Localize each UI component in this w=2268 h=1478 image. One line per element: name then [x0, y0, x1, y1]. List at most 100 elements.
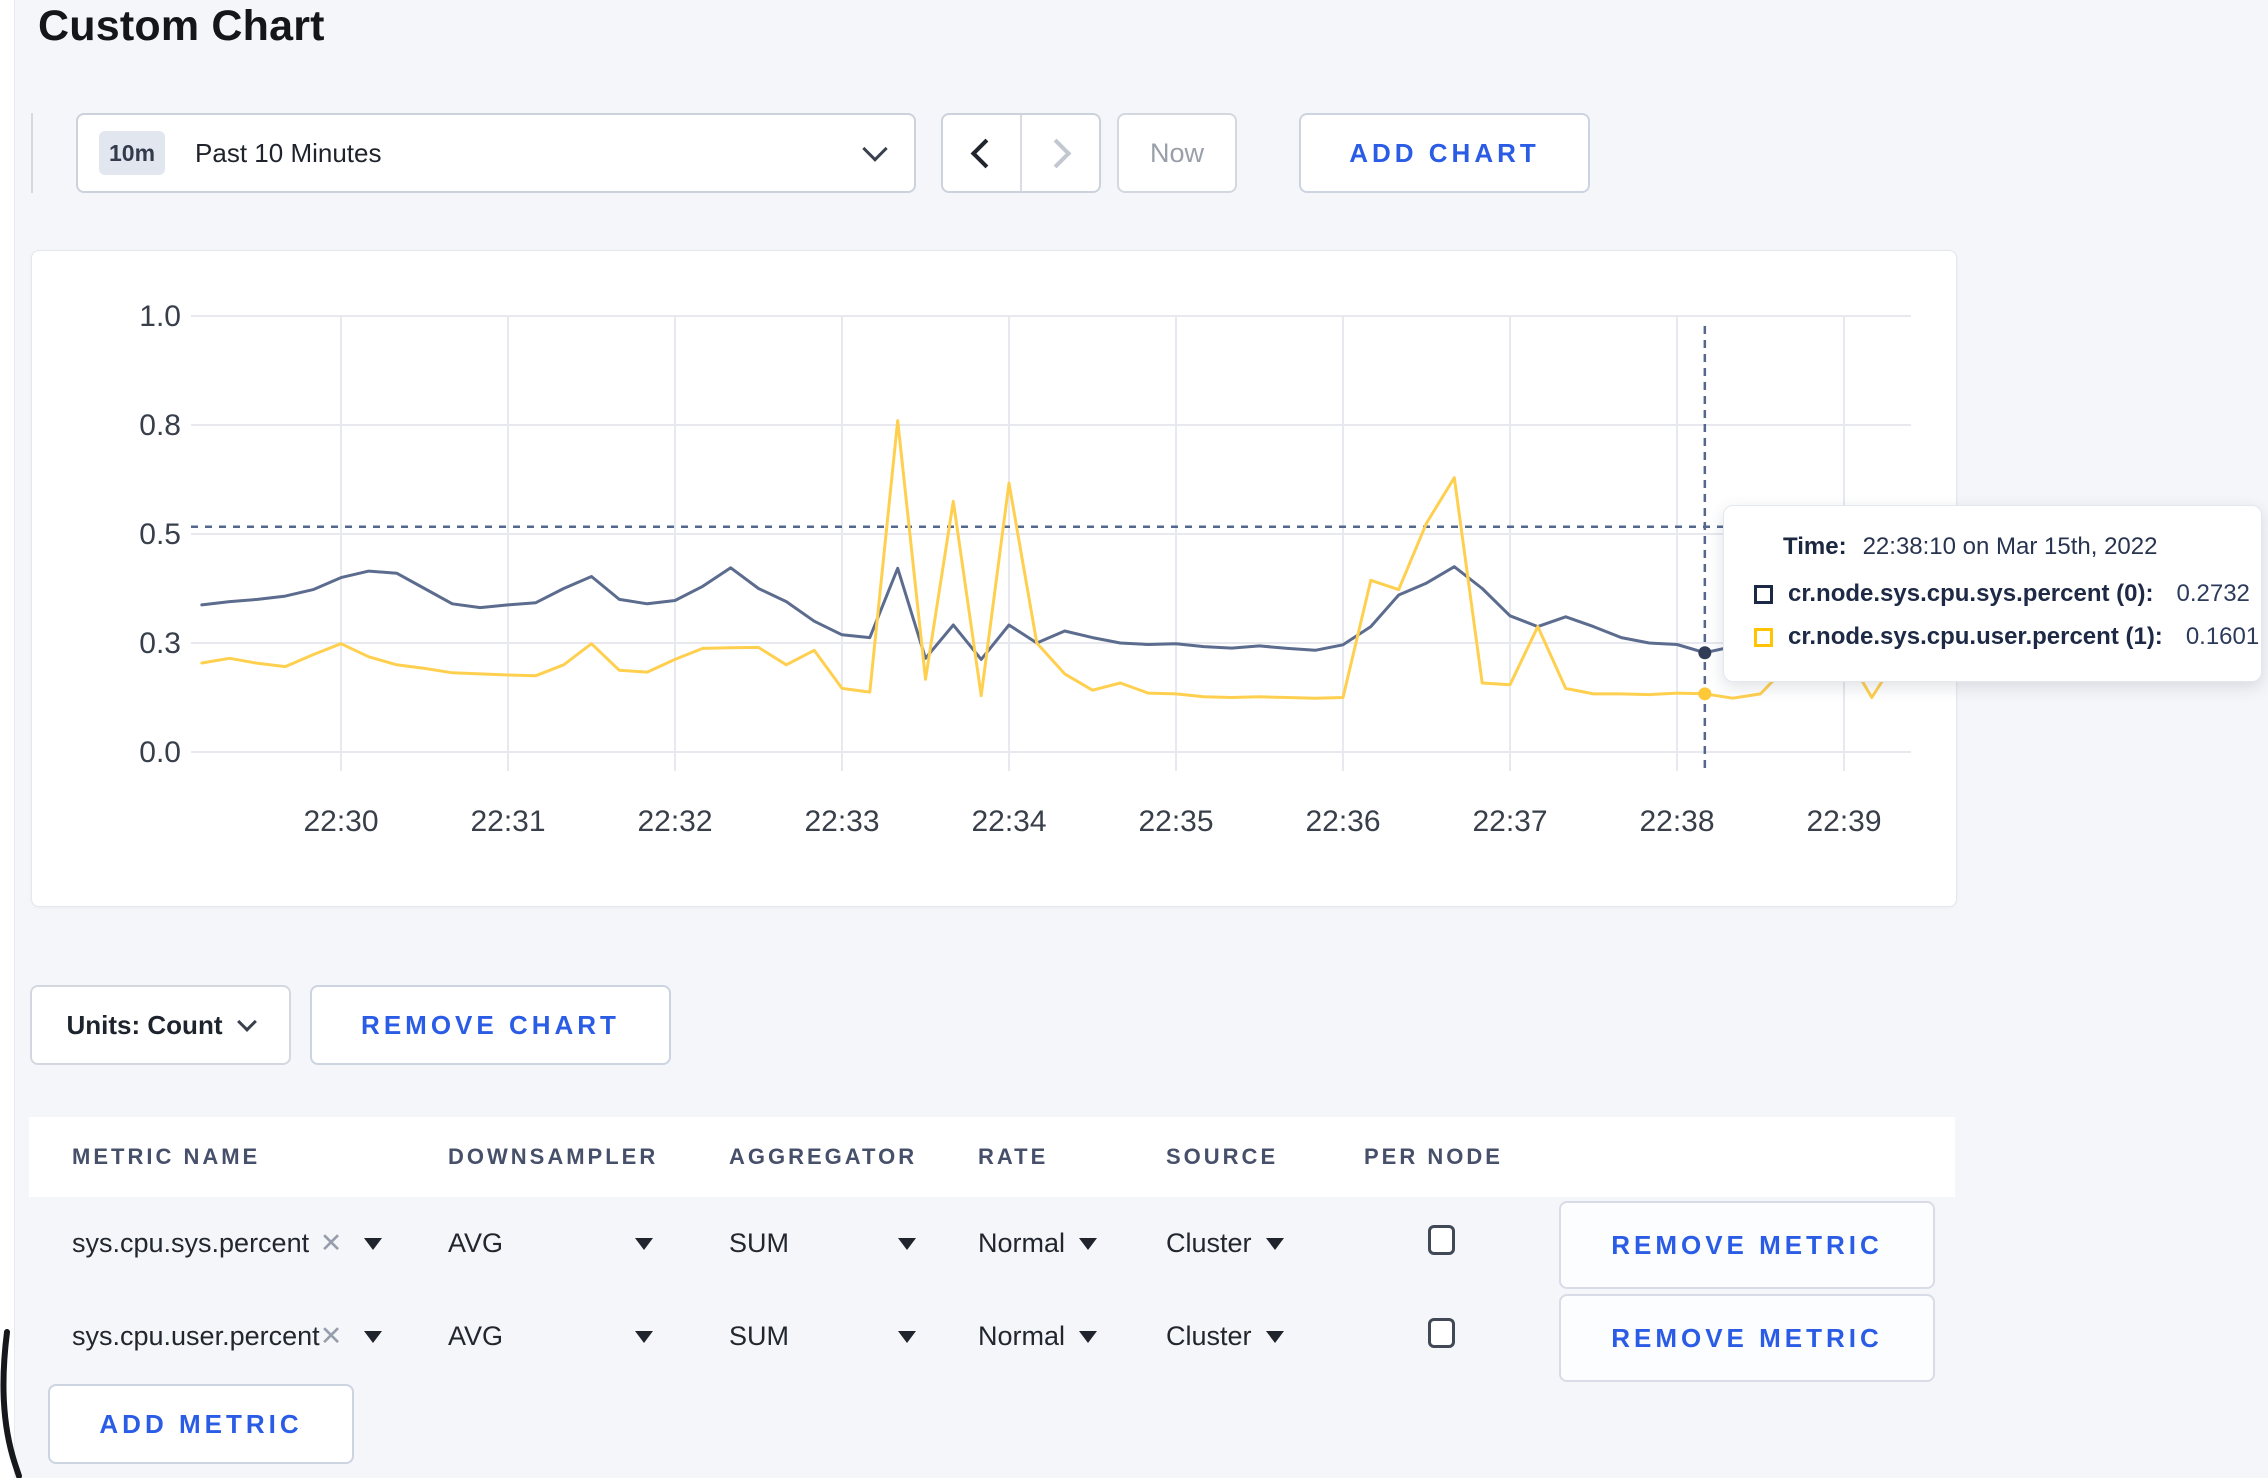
actions-cell: REMOVE METRIC — [1559, 1291, 1955, 1382]
time-forward-button[interactable] — [1022, 115, 1099, 191]
svg-text:22:33: 22:33 — [804, 805, 879, 838]
metrics-table-header: METRIC NAME DOWNSAMPLER AGGREGATOR RATE … — [29, 1117, 1955, 1197]
toolbar-divider — [31, 113, 33, 193]
chart-tooltip: Time: 22:38:10 on Mar 15th, 2022 cr.node… — [1723, 505, 2262, 682]
time-back-button[interactable] — [943, 115, 1022, 191]
clear-metric-icon[interactable]: ✕ — [316, 1228, 346, 1259]
tooltip-series-value: 0.2732 — [2176, 580, 2250, 607]
metric-name-value: sys.cpu.sys.percent — [72, 1228, 310, 1258]
metric-name-value: sys.cpu.user.percent — [72, 1321, 320, 1351]
col-header-metric-name: METRIC NAME — [72, 1144, 261, 1169]
svg-text:22:34: 22:34 — [971, 805, 1046, 838]
series-sys-line — [200, 565, 1902, 661]
downsampler-value: AVG — [448, 1228, 504, 1258]
svg-text:22:37: 22:37 — [1472, 805, 1547, 838]
series-user-swatch-icon — [1754, 627, 1773, 647]
tooltip-time-label: Time: — [1783, 533, 1847, 560]
caret-down-icon — [898, 1237, 916, 1250]
crosshair-marker-sys — [1698, 646, 1712, 660]
left-edge-panel — [0, 0, 15, 1478]
downsampler-select[interactable]: AVG — [448, 1228, 729, 1259]
col-header-rate: RATE — [978, 1144, 1049, 1169]
source-select[interactable]: Cluster — [1166, 1228, 1364, 1259]
now-button[interactable]: Now — [1117, 113, 1237, 193]
rate-select[interactable]: Normal — [978, 1228, 1166, 1259]
per-node-cell — [1364, 1317, 1559, 1352]
caret-down-icon — [898, 1330, 916, 1343]
svg-text:0.3: 0.3 — [139, 627, 181, 660]
aggregator-value: SUM — [729, 1228, 789, 1258]
svg-text:22:39: 22:39 — [1806, 805, 1881, 838]
per-node-checkbox[interactable] — [1428, 1224, 1455, 1255]
add-chart-button[interactable]: ADD CHART — [1299, 113, 1590, 193]
metric-name-select[interactable]: sys.cpu.user.percent ✕ — [72, 1321, 448, 1352]
svg-text:1.0: 1.0 — [139, 300, 181, 333]
col-header-per-node: PER NODE — [1364, 1144, 1503, 1169]
col-header-source: SOURCE — [1166, 1144, 1279, 1169]
caret-down-icon — [364, 1330, 382, 1343]
chevron-right-icon — [1041, 138, 1072, 168]
rate-select[interactable]: Normal — [978, 1321, 1166, 1352]
chart-plot[interactable]: 0.0 0.3 0.5 0.8 1.0 22:30 22:31 22:32 22:33 22:34… — [32, 251, 1956, 906]
remove-chart-button[interactable]: REMOVE CHART — [310, 985, 671, 1065]
gridlines — [191, 315, 1911, 771]
chart-card: 0.0 0.3 0.5 0.8 1.0 22:30 22:31 22:32 22:33 22:34… — [31, 250, 1957, 907]
svg-text:22:30: 22:30 — [303, 805, 378, 838]
svg-text:22:31: 22:31 — [470, 805, 545, 838]
remove-metric-button[interactable]: REMOVE METRIC — [1559, 1294, 1935, 1382]
time-nav-group — [941, 113, 1101, 193]
per-node-cell — [1364, 1224, 1559, 1259]
rate-value: Normal — [978, 1321, 1066, 1351]
units-dropdown[interactable]: Units: Count — [30, 985, 291, 1065]
tooltip-series-row: cr.node.sys.cpu.sys.percent (0): 0.2732 — [1754, 580, 2250, 608]
svg-text:0.5: 0.5 — [139, 518, 181, 551]
metrics-rows: sys.cpu.sys.percent ✕ AVG SUM Normal Clu… — [29, 1197, 1955, 1383]
col-header-aggregator: AGGREGATOR — [729, 1144, 918, 1169]
tooltip-time-row: Time: 22:38:10 on Mar 15th, 2022 — [1754, 533, 2233, 561]
source-value: Cluster — [1166, 1321, 1252, 1351]
add-metric-button[interactable]: ADD METRIC — [48, 1384, 354, 1464]
svg-text:22:38: 22:38 — [1639, 805, 1714, 838]
time-range-label: Past 10 Minutes — [195, 137, 382, 168]
chevron-down-icon — [862, 136, 888, 162]
series-user-line — [200, 419, 1902, 700]
actions-cell: REMOVE METRIC — [1559, 1198, 1955, 1289]
metrics-table: METRIC NAME DOWNSAMPLER AGGREGATOR RATE … — [29, 1117, 1955, 1383]
svg-text:22:36: 22:36 — [1305, 805, 1380, 838]
chevron-left-icon — [970, 138, 1001, 168]
downsampler-value: AVG — [448, 1321, 504, 1351]
caret-down-icon — [364, 1237, 382, 1250]
metric-row: sys.cpu.user.percent ✕ AVG SUM Normal Cl… — [29, 1290, 1955, 1383]
downsampler-select[interactable]: AVG — [448, 1321, 729, 1352]
time-range-badge: 10m — [99, 131, 166, 175]
per-node-checkbox[interactable] — [1428, 1317, 1455, 1348]
stray-mark — [0, 1329, 22, 1478]
tooltip-time-value: 22:38:10 on Mar 15th, 2022 — [1862, 533, 2158, 560]
caret-down-icon — [635, 1237, 653, 1250]
aggregator-select[interactable]: SUM — [729, 1228, 978, 1259]
svg-text:0.0: 0.0 — [139, 736, 181, 769]
units-label: Units: Count — [66, 1009, 223, 1040]
caret-down-icon — [1265, 1237, 1284, 1250]
clear-metric-icon[interactable]: ✕ — [316, 1321, 346, 1352]
axis-tick-labels: 0.0 0.3 0.5 0.8 1.0 22:30 22:31 22:32 22:33 22:34… — [139, 300, 1881, 838]
tooltip-series-value: 0.1601 — [2185, 623, 2260, 650]
rate-value: Normal — [978, 1228, 1066, 1258]
col-header-downsampler: DOWNSAMPLER — [448, 1144, 659, 1169]
source-select[interactable]: Cluster — [1166, 1321, 1364, 1352]
remove-metric-button[interactable]: REMOVE METRIC — [1559, 1201, 1935, 1289]
chevron-down-icon — [237, 1012, 258, 1032]
caret-down-icon — [635, 1330, 653, 1343]
svg-text:22:35: 22:35 — [1138, 805, 1213, 838]
tooltip-series-label: cr.node.sys.cpu.user.percent (1): — [1788, 623, 2163, 650]
metric-row: sys.cpu.sys.percent ✕ AVG SUM Normal Clu… — [29, 1197, 1955, 1290]
caret-down-icon — [1079, 1237, 1098, 1250]
page-title: Custom Chart — [38, 2, 325, 50]
svg-text:0.8: 0.8 — [139, 409, 181, 442]
metric-name-select[interactable]: sys.cpu.sys.percent ✕ — [72, 1228, 448, 1259]
tooltip-series-label: cr.node.sys.cpu.sys.percent (0): — [1788, 580, 2154, 607]
crosshair-marker-user — [1698, 687, 1712, 701]
aggregator-value: SUM — [729, 1321, 789, 1351]
aggregator-select[interactable]: SUM — [729, 1321, 978, 1352]
time-range-dropdown[interactable]: 10m Past 10 Minutes — [76, 113, 916, 193]
